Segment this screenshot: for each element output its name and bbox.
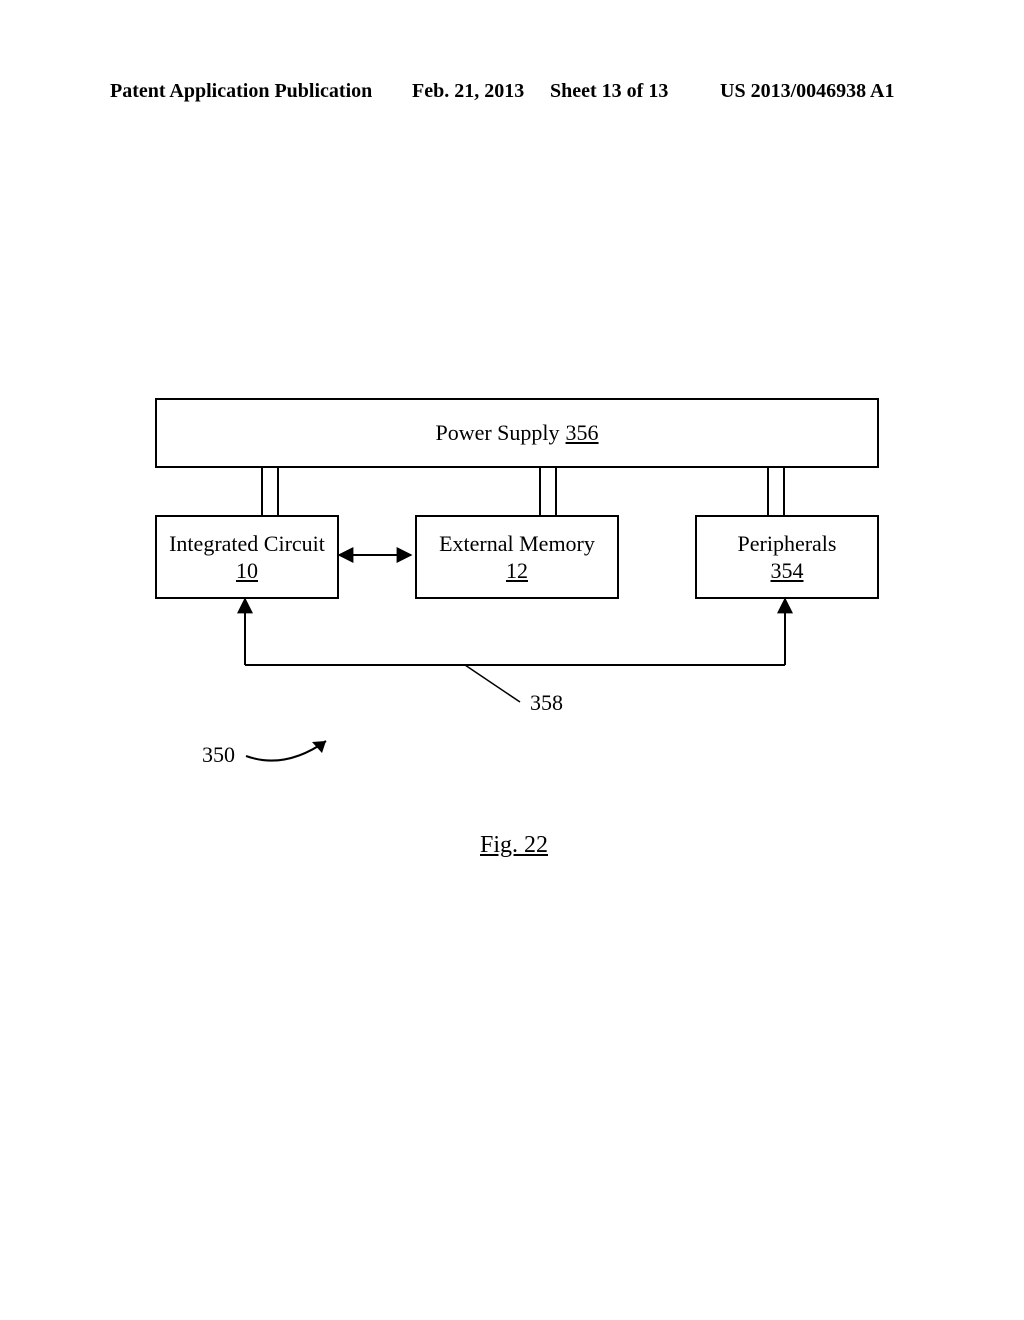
block-peripherals: Peripherals 354: [695, 515, 879, 599]
block-integrated-circuit: Integrated Circuit 10: [155, 515, 339, 599]
integrated-circuit-label: Integrated Circuit: [169, 530, 325, 558]
bus-ref-label: 358: [530, 690, 563, 716]
system-ref-label: 350: [202, 742, 235, 768]
block-external-memory: External Memory 12: [415, 515, 619, 599]
power-supply-ref: 356: [566, 419, 599, 447]
integrated-circuit-ref: 10: [236, 557, 258, 585]
external-memory-label: External Memory: [439, 530, 595, 558]
header-date: Feb. 21, 2013: [412, 80, 524, 103]
header-publication: Patent Application Publication: [110, 80, 372, 103]
figure-caption: Fig. 22: [480, 832, 548, 859]
block-power-supply: Power Supply 356: [155, 398, 879, 468]
external-memory-ref: 12: [506, 557, 528, 585]
power-supply-label: Power Supply: [435, 419, 559, 447]
header-sheet: Sheet 13 of 13: [550, 80, 668, 103]
diagram-wires: [0, 0, 1024, 1320]
peripherals-label: Peripherals: [738, 530, 837, 558]
header-doc-number: US 2013/0046938 A1: [720, 80, 894, 103]
peripherals-ref: 354: [771, 557, 804, 585]
